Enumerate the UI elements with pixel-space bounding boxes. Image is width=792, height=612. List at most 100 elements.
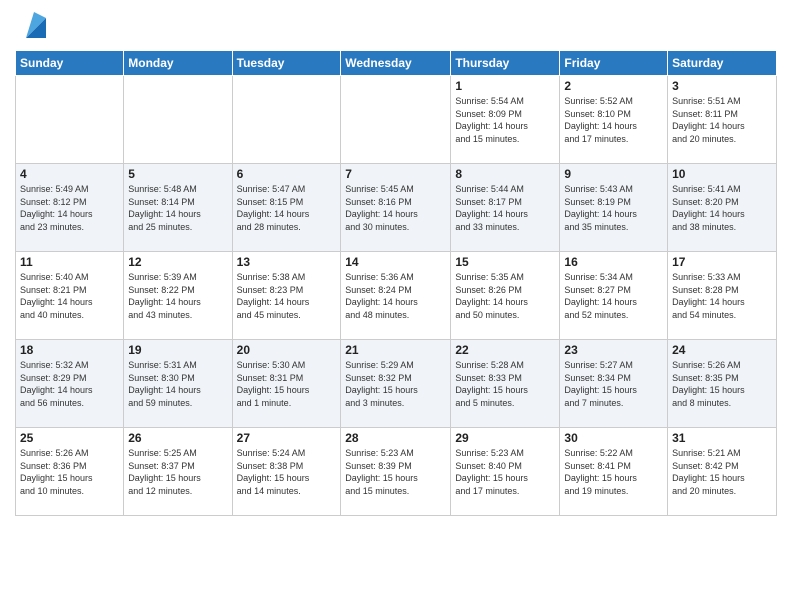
calendar-cell: 28 Sunrise: 5:23 AM Sunset: 8:39 PM Dayli…: [341, 428, 451, 516]
day-info: Sunrise: 5:31 AM Sunset: 8:30 PM Dayligh…: [128, 359, 227, 409]
calendar-cell: 17Sunrise: 5:33 AM Sunset: 8:28 PM Dayli…: [668, 252, 777, 340]
day-number: 25: [20, 431, 119, 445]
calendar-cell: 10 Sunrise: 5:41 AM Sunset: 8:20 PM Dayli…: [668, 164, 777, 252]
calendar-cell: 7 Sunrise: 5:45 AM Sunset: 8:16 PM Daylig…: [341, 164, 451, 252]
day-number: 9: [564, 167, 663, 181]
day-number: 31: [672, 431, 772, 445]
calendar-cell: 25 Sunrise: 5:26 AM Sunset: 8:36 PM Dayli…: [16, 428, 124, 516]
day-info: Sunrise: 5:51 AM Sunset: 8:11 PM Dayligh…: [672, 95, 772, 145]
calendar-week-row: 25 Sunrise: 5:26 AM Sunset: 8:36 PM Dayli…: [16, 428, 777, 516]
day-info: Sunrise: 5:40 AM Sunset: 8:21 PM Dayligh…: [20, 271, 119, 321]
calendar-week-row: 18 Sunrise: 5:32 AM Sunset: 8:29 PM Dayli…: [16, 340, 777, 428]
logo: [15, 10, 50, 42]
calendar-cell: 30 Sunrise: 5:22 AM Sunset: 8:41 PM Dayli…: [560, 428, 668, 516]
calendar-cell: [341, 76, 451, 164]
day-info: Sunrise: 5:34 AM Sunset: 8:27 PM Dayligh…: [564, 271, 663, 321]
calendar-cell: 14Sunrise: 5:36 AM Sunset: 8:24 PM Dayli…: [341, 252, 451, 340]
calendar-cell: 31Sunrise: 5:21 AM Sunset: 8:42 PM Dayli…: [668, 428, 777, 516]
calendar-cell: 24Sunrise: 5:26 AM Sunset: 8:35 PM Dayli…: [668, 340, 777, 428]
day-number: 7: [345, 167, 446, 181]
col-thursday: Thursday: [451, 51, 560, 76]
day-info: Sunrise: 5:26 AM Sunset: 8:36 PM Dayligh…: [20, 447, 119, 497]
day-info: Sunrise: 5:54 AM Sunset: 8:09 PM Dayligh…: [455, 95, 555, 145]
day-info: Sunrise: 5:38 AM Sunset: 8:23 PM Dayligh…: [237, 271, 337, 321]
day-number: 2: [564, 79, 663, 93]
day-number: 16: [564, 255, 663, 269]
day-number: 29: [455, 431, 555, 445]
day-number: 10: [672, 167, 772, 181]
day-info: Sunrise: 5:27 AM Sunset: 8:34 PM Dayligh…: [564, 359, 663, 409]
day-number: 23: [564, 343, 663, 357]
col-monday: Monday: [124, 51, 232, 76]
calendar-cell: 9 Sunrise: 5:43 AM Sunset: 8:19 PM Daylig…: [560, 164, 668, 252]
day-info: Sunrise: 5:23 AM Sunset: 8:39 PM Dayligh…: [345, 447, 446, 497]
calendar-cell: 11 Sunrise: 5:40 AM Sunset: 8:21 PM Dayli…: [16, 252, 124, 340]
day-info: Sunrise: 5:43 AM Sunset: 8:19 PM Dayligh…: [564, 183, 663, 233]
day-number: 8: [455, 167, 555, 181]
day-info: Sunrise: 5:41 AM Sunset: 8:20 PM Dayligh…: [672, 183, 772, 233]
day-info: Sunrise: 5:45 AM Sunset: 8:16 PM Dayligh…: [345, 183, 446, 233]
calendar-cell: 20Sunrise: 5:30 AM Sunset: 8:31 PM Dayli…: [232, 340, 341, 428]
day-number: 22: [455, 343, 555, 357]
day-info: Sunrise: 5:24 AM Sunset: 8:38 PM Dayligh…: [237, 447, 337, 497]
calendar: Sunday Monday Tuesday Wednesday Thursday…: [15, 50, 777, 516]
calendar-cell: 23 Sunrise: 5:27 AM Sunset: 8:34 PM Dayli…: [560, 340, 668, 428]
col-sunday: Sunday: [16, 51, 124, 76]
day-number: 19: [128, 343, 227, 357]
day-info: Sunrise: 5:28 AM Sunset: 8:33 PM Dayligh…: [455, 359, 555, 409]
day-number: 4: [20, 167, 119, 181]
day-number: 6: [237, 167, 337, 181]
calendar-week-row: 1 Sunrise: 5:54 AM Sunset: 8:09 PM Daylig…: [16, 76, 777, 164]
day-number: 11: [20, 255, 119, 269]
col-wednesday: Wednesday: [341, 51, 451, 76]
day-number: 15: [455, 255, 555, 269]
day-number: 21: [345, 343, 446, 357]
calendar-cell: [232, 76, 341, 164]
col-tuesday: Tuesday: [232, 51, 341, 76]
calendar-cell: 27Sunrise: 5:24 AM Sunset: 8:38 PM Dayli…: [232, 428, 341, 516]
day-number: 3: [672, 79, 772, 93]
day-number: 18: [20, 343, 119, 357]
page: Sunday Monday Tuesday Wednesday Thursday…: [0, 0, 792, 612]
calendar-cell: 13 Sunrise: 5:38 AM Sunset: 8:23 PM Dayli…: [232, 252, 341, 340]
calendar-cell: 26 Sunrise: 5:25 AM Sunset: 8:37 PM Dayli…: [124, 428, 232, 516]
calendar-cell: 5Sunrise: 5:48 AM Sunset: 8:14 PM Daylig…: [124, 164, 232, 252]
calendar-cell: [16, 76, 124, 164]
calendar-cell: 15 Sunrise: 5:35 AM Sunset: 8:26 PM Dayli…: [451, 252, 560, 340]
day-number: 24: [672, 343, 772, 357]
calendar-cell: 29Sunrise: 5:23 AM Sunset: 8:40 PM Dayli…: [451, 428, 560, 516]
calendar-cell: 3 Sunrise: 5:51 AM Sunset: 8:11 PM Daylig…: [668, 76, 777, 164]
day-info: Sunrise: 5:47 AM Sunset: 8:15 PM Dayligh…: [237, 183, 337, 233]
calendar-cell: 6 Sunrise: 5:47 AM Sunset: 8:15 PM Daylig…: [232, 164, 341, 252]
calendar-cell: [124, 76, 232, 164]
day-number: 14: [345, 255, 446, 269]
day-info: Sunrise: 5:49 AM Sunset: 8:12 PM Dayligh…: [20, 183, 119, 233]
day-number: 1: [455, 79, 555, 93]
logo-text: [15, 10, 50, 42]
day-info: Sunrise: 5:44 AM Sunset: 8:17 PM Dayligh…: [455, 183, 555, 233]
day-info: Sunrise: 5:39 AM Sunset: 8:22 PM Dayligh…: [128, 271, 227, 321]
day-number: 17: [672, 255, 772, 269]
day-number: 13: [237, 255, 337, 269]
day-info: Sunrise: 5:22 AM Sunset: 8:41 PM Dayligh…: [564, 447, 663, 497]
calendar-week-row: 4 Sunrise: 5:49 AM Sunset: 8:12 PM Daylig…: [16, 164, 777, 252]
calendar-cell: 21Sunrise: 5:29 AM Sunset: 8:32 PM Dayli…: [341, 340, 451, 428]
day-number: 26: [128, 431, 227, 445]
calendar-cell: 1 Sunrise: 5:54 AM Sunset: 8:09 PM Daylig…: [451, 76, 560, 164]
day-info: Sunrise: 5:35 AM Sunset: 8:26 PM Dayligh…: [455, 271, 555, 321]
calendar-cell: 19 Sunrise: 5:31 AM Sunset: 8:30 PM Dayli…: [124, 340, 232, 428]
calendar-header-row: Sunday Monday Tuesday Wednesday Thursday…: [16, 51, 777, 76]
calendar-cell: 18 Sunrise: 5:32 AM Sunset: 8:29 PM Dayli…: [16, 340, 124, 428]
calendar-cell: 22 Sunrise: 5:28 AM Sunset: 8:33 PM Dayli…: [451, 340, 560, 428]
calendar-cell: 12Sunrise: 5:39 AM Sunset: 8:22 PM Dayli…: [124, 252, 232, 340]
day-info: Sunrise: 5:52 AM Sunset: 8:10 PM Dayligh…: [564, 95, 663, 145]
logo-icon: [18, 10, 50, 42]
calendar-cell: 2 Sunrise: 5:52 AM Sunset: 8:10 PM Daylig…: [560, 76, 668, 164]
day-number: 5: [128, 167, 227, 181]
day-info: Sunrise: 5:32 AM Sunset: 8:29 PM Dayligh…: [20, 359, 119, 409]
day-number: 28: [345, 431, 446, 445]
day-info: Sunrise: 5:25 AM Sunset: 8:37 PM Dayligh…: [128, 447, 227, 497]
day-info: Sunrise: 5:30 AM Sunset: 8:31 PM Dayligh…: [237, 359, 337, 409]
day-number: 30: [564, 431, 663, 445]
calendar-cell: 16 Sunrise: 5:34 AM Sunset: 8:27 PM Dayli…: [560, 252, 668, 340]
